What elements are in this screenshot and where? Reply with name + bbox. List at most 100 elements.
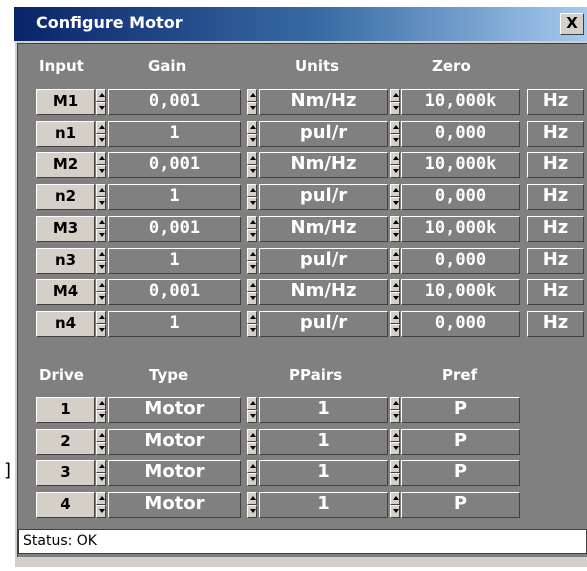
pref-field[interactable]: P [401, 429, 520, 455]
spin-down-arrow-icon[interactable] [247, 473, 257, 486]
gain-spinner[interactable] [247, 89, 257, 115]
gain-field[interactable]: 1 [108, 311, 241, 337]
pref-field[interactable]: P [401, 492, 520, 518]
drive-type-spinner[interactable] [247, 397, 257, 423]
spin-down-arrow-icon[interactable] [390, 197, 400, 210]
spin-up-arrow-icon[interactable] [96, 492, 106, 505]
spin-up-arrow-icon[interactable] [247, 279, 257, 292]
zero-field[interactable]: 10,000k [401, 152, 520, 178]
drive-number-spinner[interactable] [96, 492, 106, 518]
units-spinner[interactable] [390, 216, 400, 242]
spin-down-arrow-icon[interactable] [390, 102, 400, 115]
gain-field[interactable]: 0,001 [108, 216, 241, 242]
spin-down-arrow-icon[interactable] [247, 102, 257, 115]
zero-field[interactable]: 10,000k [401, 89, 520, 115]
spin-down-arrow-icon[interactable] [96, 229, 106, 242]
zero-field[interactable]: 10,000k [401, 216, 520, 242]
spin-down-arrow-icon[interactable] [96, 410, 106, 423]
zero-field[interactable]: 0,000 [401, 311, 520, 337]
spin-up-arrow-icon[interactable] [390, 429, 400, 442]
ppairs-field[interactable]: 1 [259, 397, 388, 423]
drive-number-spinner[interactable] [96, 460, 106, 486]
spin-down-arrow-icon[interactable] [96, 473, 106, 486]
spin-down-arrow-icon[interactable] [390, 134, 400, 147]
spin-down-arrow-icon[interactable] [96, 505, 106, 518]
spin-up-arrow-icon[interactable] [96, 152, 106, 165]
input-name-spinner[interactable] [96, 184, 106, 210]
spin-down-arrow-icon[interactable] [247, 229, 257, 242]
spin-up-arrow-icon[interactable] [96, 460, 106, 473]
ppairs-spinner[interactable] [390, 492, 400, 518]
gain-spinner[interactable] [247, 184, 257, 210]
spin-down-arrow-icon[interactable] [247, 197, 257, 210]
ppairs-field[interactable]: 1 [259, 460, 388, 486]
gain-spinner[interactable] [247, 121, 257, 147]
spin-down-arrow-icon[interactable] [390, 261, 400, 274]
units-spinner[interactable] [390, 184, 400, 210]
drive-type-spinner[interactable] [247, 492, 257, 518]
spin-up-arrow-icon[interactable] [390, 311, 400, 324]
gain-field[interactable]: 0,001 [108, 279, 241, 305]
gain-field[interactable]: 0,001 [108, 89, 241, 115]
gain-spinner[interactable] [247, 152, 257, 178]
ppairs-spinner[interactable] [390, 460, 400, 486]
units-field[interactable]: pul/r [259, 184, 388, 210]
spin-up-arrow-icon[interactable] [247, 397, 257, 410]
spin-up-arrow-icon[interactable] [96, 89, 106, 102]
drive-type-field[interactable]: Motor [108, 460, 241, 486]
spin-down-arrow-icon[interactable] [390, 442, 400, 455]
input-name-spinner[interactable] [96, 248, 106, 274]
spin-down-arrow-icon[interactable] [390, 410, 400, 423]
spin-down-arrow-icon[interactable] [96, 102, 106, 115]
zero-unit-field[interactable]: Hz [527, 184, 584, 210]
zero-field[interactable]: 0,000 [401, 184, 520, 210]
spin-up-arrow-icon[interactable] [390, 89, 400, 102]
gain-field[interactable]: 0,001 [108, 152, 241, 178]
zero-unit-field[interactable]: Hz [527, 89, 584, 115]
spin-up-arrow-icon[interactable] [390, 279, 400, 292]
spin-up-arrow-icon[interactable] [96, 429, 106, 442]
spin-up-arrow-icon[interactable] [96, 216, 106, 229]
gain-spinner[interactable] [247, 279, 257, 305]
drive-number-spinner[interactable] [96, 397, 106, 423]
input-name-spinner[interactable] [96, 152, 106, 178]
drive-number-spinner[interactable] [96, 429, 106, 455]
spin-down-arrow-icon[interactable] [247, 165, 257, 178]
spin-up-arrow-icon[interactable] [247, 429, 257, 442]
spin-up-arrow-icon[interactable] [247, 311, 257, 324]
gain-field[interactable]: 1 [108, 248, 241, 274]
drive-type-field[interactable]: Motor [108, 429, 241, 455]
drive-type-spinner[interactable] [247, 429, 257, 455]
spin-up-arrow-icon[interactable] [247, 216, 257, 229]
spin-up-arrow-icon[interactable] [390, 248, 400, 261]
units-field[interactable]: pul/r [259, 311, 388, 337]
units-spinner[interactable] [390, 89, 400, 115]
spin-down-arrow-icon[interactable] [247, 134, 257, 147]
units-spinner[interactable] [390, 311, 400, 337]
gain-spinner[interactable] [247, 248, 257, 274]
units-field[interactable]: Nm/Hz [259, 152, 388, 178]
drive-type-spinner[interactable] [247, 460, 257, 486]
zero-field[interactable]: 10,000k [401, 279, 520, 305]
drive-type-field[interactable]: Motor [108, 492, 241, 518]
input-name-spinner[interactable] [96, 89, 106, 115]
spin-down-arrow-icon[interactable] [247, 442, 257, 455]
spin-down-arrow-icon[interactable] [390, 505, 400, 518]
spin-up-arrow-icon[interactable] [247, 89, 257, 102]
pref-field[interactable]: P [401, 397, 520, 423]
spin-up-arrow-icon[interactable] [390, 152, 400, 165]
spin-down-arrow-icon[interactable] [390, 229, 400, 242]
spin-down-arrow-icon[interactable] [96, 165, 106, 178]
spin-down-arrow-icon[interactable] [247, 505, 257, 518]
spin-up-arrow-icon[interactable] [390, 216, 400, 229]
zero-field[interactable]: 0,000 [401, 248, 520, 274]
spin-up-arrow-icon[interactable] [96, 248, 106, 261]
spin-up-arrow-icon[interactable] [96, 184, 106, 197]
spin-down-arrow-icon[interactable] [390, 324, 400, 337]
zero-field[interactable]: 0,000 [401, 121, 520, 147]
spin-down-arrow-icon[interactable] [96, 134, 106, 147]
spin-up-arrow-icon[interactable] [390, 184, 400, 197]
ppairs-spinner[interactable] [390, 397, 400, 423]
spin-up-arrow-icon[interactable] [390, 397, 400, 410]
spin-up-arrow-icon[interactable] [247, 248, 257, 261]
